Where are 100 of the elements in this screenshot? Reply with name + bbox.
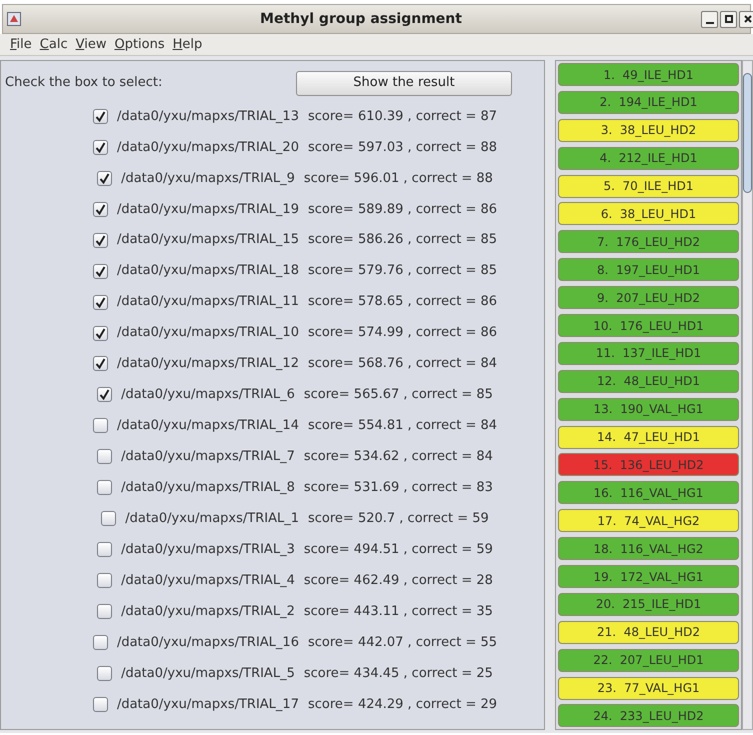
assignment-item[interactable]: 8. 197_LEU_HD1 [558, 258, 739, 282]
menu-item[interactable]: File [10, 34, 32, 54]
menu-item[interactable]: Options [114, 34, 165, 54]
trial-result: score= 424.29 , correct = 29 [308, 696, 498, 714]
trial-path: /data0/yxu/mapxs/TRIAL_11 [116, 293, 299, 312]
menu-item[interactable]: Help [172, 34, 202, 54]
menu-item[interactable]: Calc [40, 34, 68, 54]
trial-path: /data0/yxu/mapxs/TRIAL_14 [116, 417, 299, 436]
checkbox[interactable] [92, 140, 108, 155]
assignment-item[interactable]: 3. 38_LEU_HD2 [558, 118, 739, 142]
checkbox[interactable] [92, 696, 108, 712]
check-icon [94, 296, 106, 308]
close-icon [744, 15, 752, 23]
assignment-item[interactable]: 5. 70_ILE_HD1 [558, 174, 739, 198]
check-icon [94, 266, 106, 277]
checkbox[interactable] [92, 294, 108, 310]
menu-item[interactable]: View [76, 34, 106, 54]
checkbox[interactable] [97, 666, 112, 681]
checkbox[interactable] [92, 418, 108, 434]
trial-path: /data0/yxu/mapxs/TRIAL_4 [121, 572, 295, 590]
assignment-item[interactable]: 11. 137_ILE_HD1 [558, 342, 739, 365]
trial-result: score= 586.26 , correct = 85 [308, 231, 498, 250]
trial-result: score= 534.62 , correct = 84 [304, 448, 493, 466]
checkbox[interactable] [97, 542, 112, 558]
check-icon [94, 358, 106, 370]
assignment-item[interactable]: 23. 77_VAL_HG1 [558, 676, 739, 700]
checkbox[interactable] [97, 480, 112, 496]
scrollbar[interactable] [742, 60, 753, 730]
assignment-item[interactable]: 22. 207_LEU_HD1 [558, 648, 739, 672]
trial-result: score= 589.89 , correct = 86 [308, 200, 498, 219]
assignment-item[interactable]: 24. 233_LEU_HD2 [558, 704, 739, 728]
trial-result: score= 554.81 , correct = 84 [308, 417, 498, 436]
trial-path: /data0/yxu/mapxs/TRIAL_20 [116, 138, 299, 157]
assignment-item[interactable]: 19. 172_VAL_HG1 [558, 565, 739, 588]
assignment-item[interactable]: 10. 176_LEU_HD1 [558, 314, 739, 338]
check-icon [94, 142, 106, 153]
trial-path: /data0/yxu/mapxs/TRIAL_6 [121, 386, 295, 404]
assignment-item[interactable]: 17. 74_VAL_HG2 [558, 509, 739, 532]
assignment-item[interactable]: 1. 49_ILE_HD1 [558, 63, 739, 86]
trial-result: score= 531.69 , correct = 83 [304, 478, 493, 497]
instruction-label: Check the box to select: [4, 74, 164, 92]
assignment-item[interactable]: 21. 48_LEU_HD2 [558, 620, 739, 644]
trial-path: /data0/yxu/mapxs/TRIAL_18 [116, 262, 299, 280]
assignment-item[interactable]: 20. 215_ILE_HD1 [558, 592, 739, 616]
checkbox[interactable] [97, 604, 112, 619]
checkbox[interactable] [92, 202, 108, 217]
trial-path: /data0/yxu/mapxs/TRIAL_17 [116, 696, 299, 714]
check-icon [94, 204, 106, 215]
assignment-item[interactable]: 9. 207_LEU_HD2 [558, 286, 739, 310]
trial-result: score= 568.76 , correct = 84 [308, 355, 498, 374]
check-icon [99, 389, 110, 400]
assignment-item[interactable]: 6. 38_LEU_HD1 [558, 202, 739, 226]
window-title: Methyl group assignment [259, 10, 463, 28]
assignment-item[interactable]: 14. 47_LEU_HD1 [558, 426, 739, 449]
minimize-button[interactable] [701, 10, 718, 28]
trial-path: /data0/yxu/mapxs/TRIAL_15 [116, 231, 299, 250]
checkbox[interactable] [97, 387, 112, 402]
assignment-item[interactable]: 13. 190_VAL_HG1 [558, 398, 739, 421]
checkbox[interactable] [92, 326, 108, 341]
checkbox[interactable] [92, 356, 108, 372]
checkbox[interactable] [92, 232, 108, 248]
app-icon [7, 12, 21, 26]
trial-path: /data0/yxu/mapxs/TRIAL_9 [121, 170, 295, 188]
trial-result: score= 442.07 , correct = 55 [308, 634, 498, 652]
trial-result: score= 597.03 , correct = 88 [308, 138, 498, 157]
close-button[interactable] [739, 10, 753, 28]
check-icon [94, 110, 106, 122]
trial-path: /data0/yxu/mapxs/TRIAL_5 [121, 664, 295, 683]
check-icon [94, 234, 106, 246]
trial-result: score= 462.49 , correct = 28 [304, 572, 493, 590]
checkbox[interactable] [97, 573, 112, 588]
trial-path: /data0/yxu/mapxs/TRIAL_2 [121, 602, 295, 621]
assignment-item[interactable]: 2. 194_ILE_HD1 [558, 90, 739, 114]
trial-result: score= 565.67 , correct = 85 [304, 386, 493, 404]
trial-result: score= 579.76 , correct = 85 [308, 262, 498, 280]
trial-result: score= 443.11 , correct = 35 [304, 602, 493, 621]
checkbox[interactable] [92, 108, 108, 124]
trial-path: /data0/yxu/mapxs/TRIAL_1 [125, 510, 299, 528]
trial-path: /data0/yxu/mapxs/TRIAL_10 [116, 324, 299, 342]
assignment-item[interactable]: 16. 116_VAL_HG1 [558, 481, 739, 504]
assignment-item[interactable]: 7. 176_LEU_HD2 [558, 230, 739, 254]
maximize-button[interactable] [720, 10, 737, 28]
checkbox[interactable] [97, 449, 112, 464]
checkbox[interactable] [92, 264, 108, 279]
trial-result: score= 434.45 , correct = 25 [304, 664, 493, 683]
assignment-item[interactable]: 4. 212_ILE_HD1 [558, 146, 739, 170]
checkbox[interactable] [101, 511, 116, 526]
trial-result: score= 574.99 , correct = 86 [308, 324, 498, 342]
checkbox[interactable] [97, 170, 112, 186]
assignment-item[interactable]: 18. 116_VAL_HG2 [558, 537, 739, 560]
trial-result: score= 520.7 , correct = 59 [308, 510, 489, 528]
trial-path: /data0/yxu/mapxs/TRIAL_19 [116, 200, 299, 219]
checkbox[interactable] [92, 634, 108, 650]
trial-path: /data0/yxu/mapxs/TRIAL_12 [116, 355, 299, 374]
assignment-item[interactable]: 12. 48_LEU_HD1 [558, 370, 739, 393]
trial-path: /data0/yxu/mapxs/TRIAL_13 [116, 108, 299, 126]
trial-result: score= 578.65 , correct = 86 [308, 293, 498, 312]
assignment-item[interactable]: 15. 136_LEU_HD2 [558, 453, 739, 476]
show-result-button[interactable]: Show the result [296, 70, 512, 96]
trial-path: /data0/yxu/mapxs/TRIAL_8 [121, 478, 295, 497]
